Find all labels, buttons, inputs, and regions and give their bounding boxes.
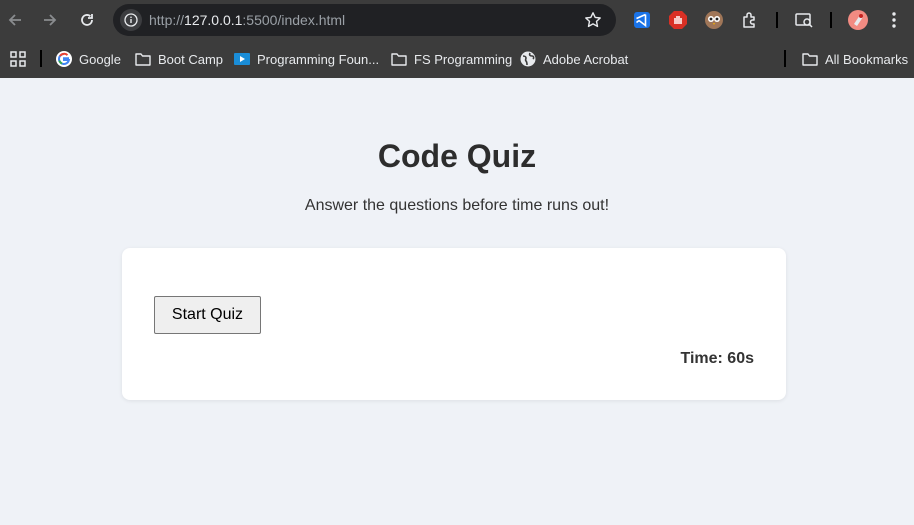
more-menu-icon[interactable] — [883, 9, 905, 31]
reading-list-icon[interactable] — [793, 9, 815, 31]
google-icon — [56, 51, 72, 67]
bookmark-boot-camp[interactable]: Boot Camp — [135, 49, 223, 69]
bookmark-label: Google — [79, 51, 121, 67]
bookmark-adobe-acrobat[interactable]: Adobe Acrobat — [520, 49, 628, 69]
all-bookmarks[interactable]: All Bookmarks — [802, 49, 908, 69]
bookmarks-separator — [40, 50, 42, 67]
apps-grid-icon — [10, 51, 26, 67]
bookmark-google[interactable]: Google — [56, 49, 121, 69]
reload-icon — [81, 14, 93, 26]
browser-toolbar: http://127.0.0.1:5500/index.html — [0, 0, 914, 40]
bookmark-programming-foundations[interactable]: Programming Foun... — [234, 49, 379, 69]
page-title: Code Quiz — [377, 138, 537, 174]
site-info-icon[interactable] — [120, 9, 142, 31]
forward-button[interactable] — [38, 8, 62, 32]
toolbar-separator — [776, 12, 778, 28]
extensions-puzzle-icon[interactable] — [739, 9, 761, 31]
bookmark-label: Adobe Acrobat — [543, 51, 629, 67]
url-prefix: http:// — [149, 12, 185, 28]
address-bar[interactable]: http://127.0.0.1:5500/index.html — [113, 4, 616, 36]
reload-button[interactable] — [75, 8, 99, 32]
toolbar-separator — [830, 12, 832, 28]
adblock-extension-icon[interactable] — [667, 9, 689, 31]
timer-display: Time: 60s — [680, 350, 754, 367]
apps-button[interactable] — [10, 49, 26, 69]
url-path: :5500/index.html — [242, 12, 346, 28]
page-subtitle: Answer the questions before time runs ou… — [304, 197, 610, 214]
video-icon — [234, 51, 250, 67]
bookmark-label: Programming Foun... — [257, 51, 380, 67]
folder-icon — [802, 51, 818, 67]
back-button[interactable] — [3, 8, 27, 32]
profile-avatar-icon[interactable] — [847, 9, 869, 31]
bookmark-label: Boot Camp — [158, 51, 224, 67]
folder-icon — [391, 51, 407, 67]
back-arrow-icon — [8, 14, 21, 26]
forward-arrow-icon — [44, 14, 57, 26]
vscode-extension-icon[interactable] — [631, 9, 653, 31]
start-quiz-button[interactable]: Start Quiz — [154, 296, 261, 334]
all-bookmarks-label: All Bookmarks — [825, 51, 909, 67]
bookmark-star-icon[interactable] — [584, 11, 602, 34]
globe-icon — [520, 51, 536, 67]
bookmark-label: FS Programming — [414, 51, 513, 67]
folder-icon — [135, 51, 151, 67]
url-host: 127.0.0.1 — [184, 12, 243, 28]
bookmarks-bar: Google Boot Camp Programming Foun... FS … — [0, 40, 914, 78]
url-text[interactable]: http://127.0.0.1:5500/index.html — [149, 12, 345, 28]
bookmark-fs-programming[interactable]: FS Programming — [391, 49, 512, 69]
quiz-card: Start Quiz Time: 60s — [122, 248, 786, 400]
bookmarks-separator — [784, 50, 786, 67]
owl-extension-icon[interactable] — [703, 9, 725, 31]
